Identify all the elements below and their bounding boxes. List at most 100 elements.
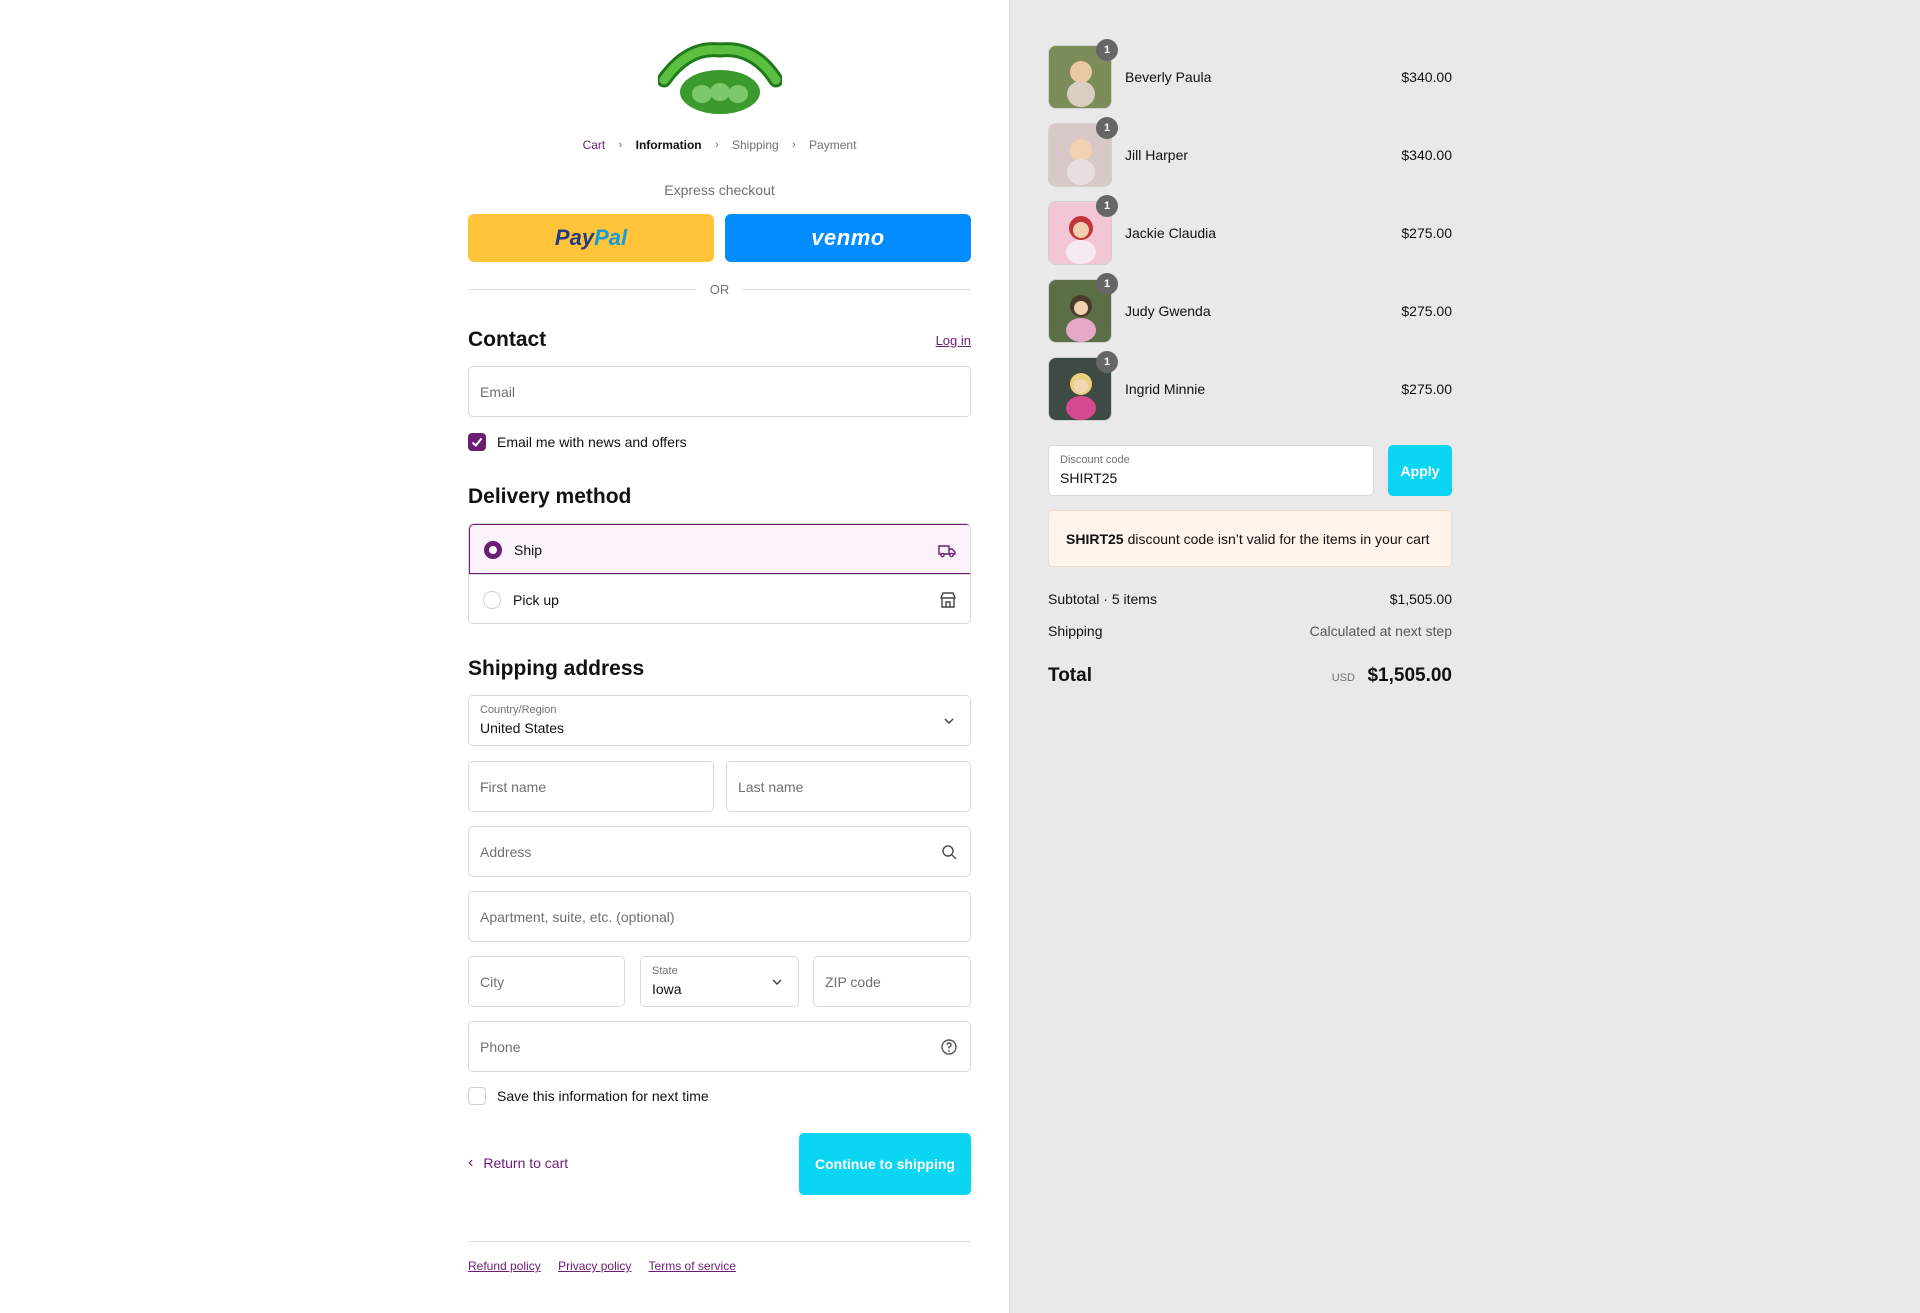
privacy-policy-link[interactable]: Privacy policy — [558, 1259, 631, 1273]
venmo-button[interactable]: venmo — [725, 214, 971, 262]
item-price: $340.00 — [1401, 147, 1452, 163]
breadcrumb-payment: Payment — [809, 137, 857, 152]
item-price: $275.00 — [1401, 303, 1452, 319]
chevron-right-icon: › — [792, 138, 796, 151]
delivery-options: Ship Pick up — [468, 523, 971, 624]
delivery-option-pickup[interactable]: Pick up — [469, 574, 970, 623]
total-label: Total — [1048, 665, 1092, 686]
divider-line — [743, 288, 971, 290]
order-summary-panel: 1 Beverly Paula $340.00 1 Jill Harper $3… — [1009, 0, 1920, 1313]
email-field[interactable]: Email — [468, 366, 971, 417]
address-field[interactable]: Address — [468, 826, 971, 877]
brand-logo[interactable] — [656, 36, 784, 118]
item-price: $275.00 — [1401, 381, 1452, 397]
first-name-field[interactable]: First name — [468, 761, 714, 812]
breadcrumb-information: Information — [635, 137, 702, 152]
footer-divider — [468, 1241, 971, 1242]
total-row: Total USD $1,505.00 — [1048, 665, 1452, 687]
cart-item: 1 Beverly Paula $340.00 — [1048, 39, 1452, 109]
refund-policy-link[interactable]: Refund policy — [468, 1259, 541, 1273]
chevron-right-icon: › — [618, 138, 623, 151]
return-to-cart-link[interactable]: ‹ Return to cart — [468, 1154, 568, 1172]
discount-error-banner: SHIRT25 discount code isn’t valid for th… — [1048, 510, 1452, 567]
phone-field[interactable]: Phone — [468, 1021, 971, 1072]
ship-label: Ship — [514, 542, 543, 558]
chevron-right-icon: › — [714, 138, 719, 151]
state-label: State — [652, 965, 678, 977]
contact-heading: Contact — [468, 328, 547, 351]
checkout-form-panel: Cart › Information › Shipping › Payment … — [0, 0, 1009, 1313]
shipping-value: Calculated at next step — [1309, 623, 1452, 639]
newsletter-checkbox[interactable] — [468, 433, 486, 451]
state-value: Iowa — [652, 981, 682, 997]
breadcrumb-cart[interactable]: Cart — [583, 138, 606, 152]
total-value: $1,505.00 — [1367, 665, 1452, 686]
shipping-label: Shipping — [1048, 623, 1103, 639]
or-label: OR — [709, 281, 730, 297]
search-icon — [942, 845, 957, 860]
ship-radio[interactable] — [484, 541, 502, 559]
item-name: Jill Harper — [1125, 147, 1189, 163]
item-name: Judy Gwenda — [1125, 303, 1211, 319]
footer-links: Refund policy Privacy policy Terms of se… — [468, 1259, 750, 1273]
express-checkout-title: Express checkout — [664, 182, 775, 198]
country-select[interactable]: Country/Region United States — [468, 695, 971, 746]
divider-line — [468, 288, 696, 290]
phone-placeholder: Phone — [480, 1039, 521, 1055]
item-name: Jackie Claudia — [1125, 225, 1217, 241]
discount-code-value: SHIRT25 — [1060, 470, 1118, 486]
city-placeholder: City — [480, 974, 505, 990]
delivery-heading: Delivery method — [468, 485, 632, 508]
first-name-placeholder: First name — [480, 779, 547, 795]
quantity-badge: 1 — [1096, 273, 1118, 295]
country-label: Country/Region — [480, 704, 557, 716]
continue-to-shipping-button[interactable]: Continue to shipping — [799, 1133, 971, 1195]
terms-of-service-link[interactable]: Terms of service — [649, 1259, 736, 1273]
delivery-option-ship[interactable]: Ship — [469, 524, 970, 574]
chevron-down-icon — [772, 979, 782, 986]
paypal-logo-pal: Pal — [594, 225, 628, 250]
quantity-badge: 1 — [1096, 195, 1118, 217]
help-icon[interactable] — [940, 1038, 958, 1056]
apply-discount-button[interactable]: Apply — [1388, 445, 1452, 496]
discount-code-field[interactable]: Discount code SHIRT25 — [1048, 445, 1374, 496]
city-field[interactable]: City — [468, 956, 625, 1007]
discount-code-label: Discount code — [1060, 454, 1130, 466]
apartment-placeholder: Apartment, suite, etc. (optional) — [480, 909, 675, 925]
paypal-button[interactable]: Pay Pal — [468, 214, 714, 262]
quantity-badge: 1 — [1096, 351, 1118, 373]
quantity-badge: 1 — [1096, 117, 1118, 139]
error-code: SHIRT25 — [1066, 530, 1124, 547]
shipping-row: Shipping Calculated at next step — [1048, 623, 1452, 639]
save-info-label: Save this information for next time — [497, 1088, 709, 1104]
subtotal-value: $1,505.00 — [1389, 591, 1452, 607]
login-link[interactable]: Log in — [936, 333, 971, 348]
cart-item: 1 Judy Gwenda $275.00 — [1048, 273, 1452, 343]
zip-field[interactable]: ZIP code — [813, 956, 971, 1007]
country-value: United States — [480, 720, 565, 736]
address-placeholder: Address — [480, 844, 532, 860]
shipping-address-heading: Shipping address — [468, 657, 645, 680]
item-price: $340.00 — [1401, 69, 1452, 85]
last-name-placeholder: Last name — [738, 779, 804, 795]
chevron-down-icon — [944, 718, 954, 725]
cart-item: 1 Jill Harper $340.00 — [1048, 117, 1452, 187]
breadcrumb-shipping: Shipping — [731, 137, 779, 152]
pickup-label: Pick up — [513, 592, 559, 608]
item-name: Ingrid Minnie — [1125, 381, 1206, 397]
chevron-left-icon: ‹ — [468, 1154, 474, 1171]
save-info-checkbox[interactable] — [468, 1087, 486, 1105]
cart-item: 1 Ingrid Minnie $275.00 — [1048, 351, 1452, 421]
newsletter-label: Email me with news and offers — [497, 434, 687, 450]
pickup-radio[interactable] — [483, 591, 501, 609]
subtotal-label: Subtotal · 5 items — [1048, 591, 1157, 607]
state-select[interactable]: State Iowa — [640, 956, 799, 1007]
truck-icon — [938, 545, 956, 558]
email-placeholder: Email — [480, 384, 516, 400]
cart-item: 1 Jackie Claudia $275.00 — [1048, 195, 1452, 265]
last-name-field[interactable]: Last name — [726, 761, 971, 812]
apartment-field[interactable]: Apartment, suite, etc. (optional) — [468, 891, 971, 942]
currency-code: USD — [1331, 672, 1356, 684]
item-price: $275.00 — [1401, 225, 1452, 241]
checkmark-icon — [471, 437, 483, 447]
